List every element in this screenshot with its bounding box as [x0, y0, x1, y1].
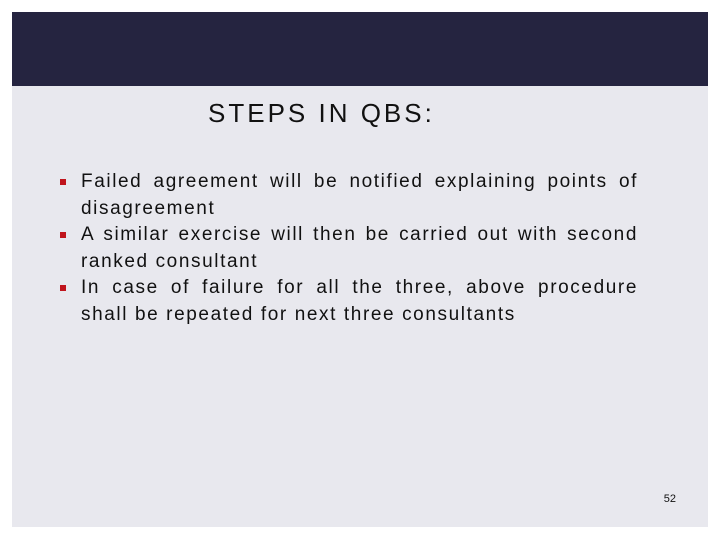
- header-band: [12, 12, 708, 86]
- bullet-text: Failed agreement will be notified explai…: [81, 171, 638, 219]
- slide-title: STEPS IN QBS:: [208, 98, 435, 128]
- square-bullet-icon: [60, 179, 66, 185]
- page-number: 52: [663, 493, 676, 505]
- square-bullet-icon: [60, 285, 66, 291]
- slide: STEPS IN QBS: Failed agreement will be n…: [12, 12, 708, 527]
- bullet-list: Failed agreement will be notified explai…: [58, 169, 638, 328]
- bullet-text: In case of failure for all the three, ab…: [81, 277, 638, 325]
- bullet-text: A similar exercise will then be carried …: [81, 224, 638, 272]
- square-bullet-icon: [60, 232, 66, 238]
- bullet-item: In case of failure for all the three, ab…: [58, 275, 638, 328]
- bullet-item: Failed agreement will be notified explai…: [58, 169, 638, 222]
- bullet-item: A similar exercise will then be carried …: [58, 222, 638, 275]
